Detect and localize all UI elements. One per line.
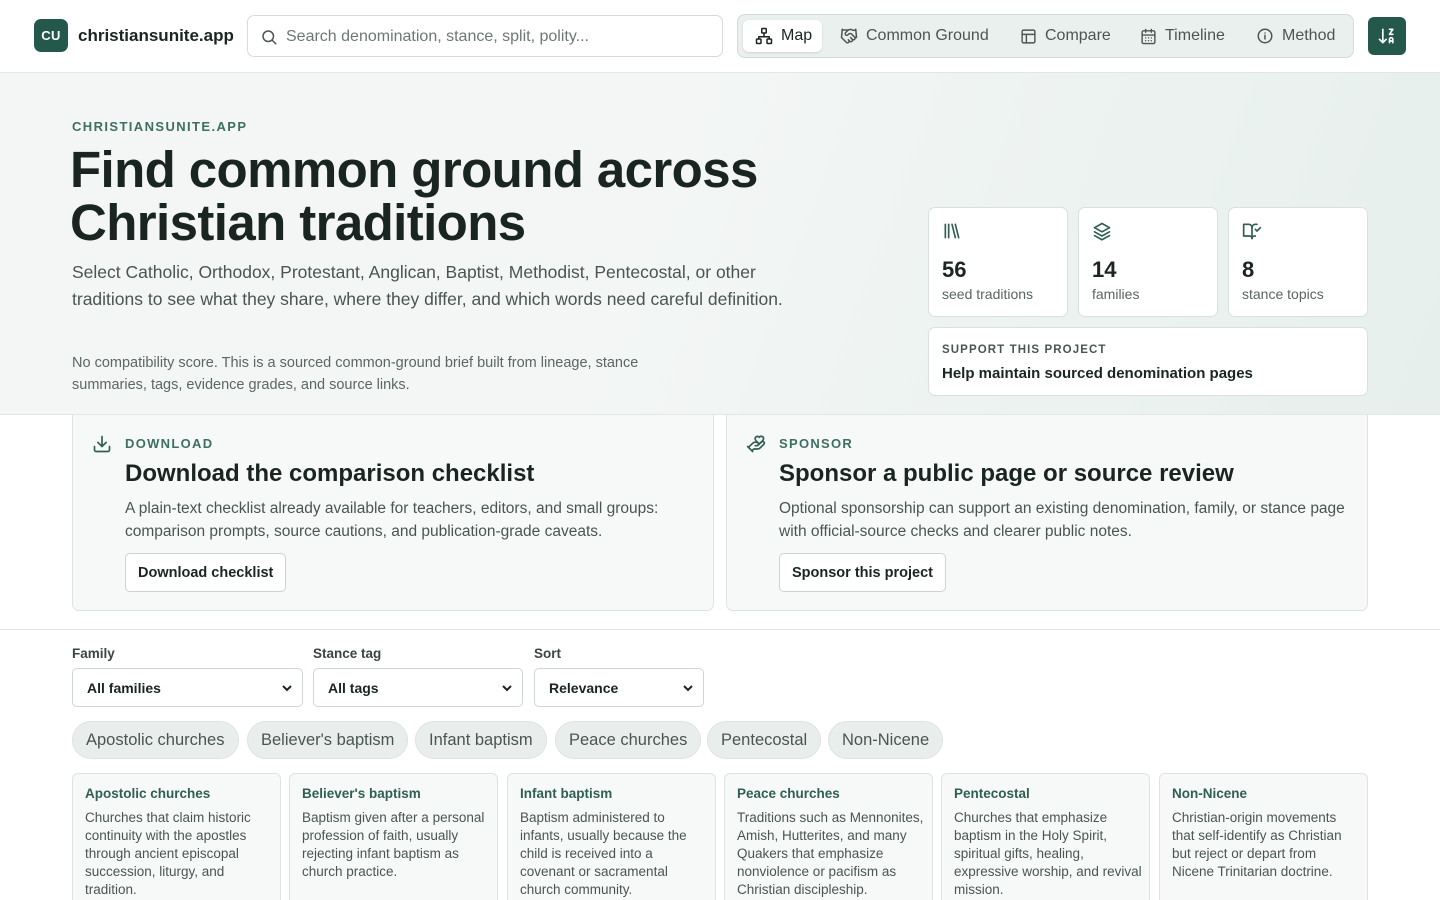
logo-badge[interactable]: CU [34, 19, 68, 52]
topic-card-non-nicene[interactable]: Non-Nicene Christian-origin movements th… [1159, 773, 1368, 900]
sort-filter-label: Sort [534, 646, 561, 661]
download-panel: DOWNLOAD Download the comparison checkli… [72, 415, 714, 611]
topic-desc: Christian-origin movements that self-ide… [1172, 810, 1342, 879]
topic-desc: Traditions such as Mennonites, Amish, Hu… [737, 810, 924, 897]
topic-desc: Churches that emphasize baptism in the H… [954, 810, 1142, 897]
download-desc: A plain-text checklist already available… [125, 500, 659, 540]
download-eyebrow: DOWNLOAD [125, 436, 214, 451]
hand-heart-icon [746, 434, 766, 454]
chevron-down-icon [502, 683, 512, 693]
sort-select-value: Relevance [549, 679, 619, 696]
topic-card-believers-baptism[interactable]: Believer's baptism Baptism given after a… [289, 773, 498, 900]
stat-label: seed traditions [942, 286, 1034, 302]
calendar-icon [1140, 28, 1157, 45]
topic-card-apostolic-churches[interactable]: Apostolic churches Churches that claim h… [72, 773, 281, 900]
chip-peace-churches[interactable]: Peace churches [555, 721, 702, 759]
nav-tab-label: Method [1282, 27, 1336, 44]
chip-apostolic-churches[interactable]: Apostolic churches [72, 721, 239, 759]
topic-title: Peace churches [737, 786, 840, 801]
stance-select-value: All tags [328, 679, 379, 696]
family-filter-label: Family [72, 646, 115, 661]
nav-tab-label: Timeline [1165, 27, 1225, 44]
chevron-down-icon [683, 683, 693, 693]
sort-select[interactable]: Relevance [534, 668, 704, 707]
family-select-value: All families [87, 679, 161, 696]
sponsor-panel: SPONSOR Sponsor a public page or source … [726, 415, 1368, 611]
nav-tab-label: Compare [1045, 27, 1111, 44]
handshake-icon [840, 27, 858, 45]
topic-title: Believer's baptism [302, 786, 421, 801]
stat-label: families [1092, 286, 1140, 302]
library-icon [942, 221, 962, 241]
family-select[interactable]: All families [72, 668, 303, 707]
chip-non-nicene[interactable]: Non-Nicene [828, 721, 944, 759]
nav-tab-compare[interactable]: Compare [1020, 20, 1120, 52]
stance-tag-select[interactable]: All tags [313, 668, 523, 707]
topic-title: Non-Nicene [1172, 786, 1248, 801]
stat-card-families: 14 families [1078, 207, 1218, 317]
network-icon [755, 27, 773, 45]
nav-tab-map[interactable]: Map [743, 20, 822, 52]
stat-value: 8 [1242, 257, 1255, 282]
support-eyebrow: SUPPORT THIS PROJECT [942, 344, 1107, 356]
topic-card-peace-churches[interactable]: Peace churches Traditions such as Mennon… [724, 773, 933, 900]
sponsor-eyebrow: SPONSOR [779, 436, 854, 451]
support-title[interactable]: Help maintain sourced denomination pages [942, 365, 1253, 382]
page-title: Find common ground across Christian trad… [70, 141, 758, 251]
sort-az-icon [1377, 26, 1397, 46]
sort-button[interactable] [1368, 17, 1406, 55]
nav-tab-common-ground[interactable]: Common Ground [840, 20, 1000, 52]
stance-filter-label: Stance tag [313, 646, 382, 661]
chevron-down-icon [282, 683, 292, 693]
topic-card-infant-baptism[interactable]: Infant baptism Baptism administered to i… [507, 773, 716, 900]
stat-value: 14 [1092, 257, 1117, 282]
download-icon [92, 434, 112, 454]
support-project-card[interactable]: SUPPORT THIS PROJECT Help maintain sourc… [928, 327, 1368, 396]
download-title: Download the comparison checklist [125, 460, 535, 487]
topic-desc: Baptism administered to infants, usually… [520, 810, 687, 897]
nav-tab-method[interactable]: Method [1256, 20, 1351, 52]
chip-infant-baptism[interactable]: Infant baptism [415, 721, 547, 759]
hero-eyebrow: CHRISTIANSUNITE.APP [72, 119, 248, 134]
topic-card-pentecostal[interactable]: Pentecostal Churches that emphasize bapt… [941, 773, 1150, 900]
stat-value: 56 [942, 257, 967, 282]
hero-lede: Select Catholic, Orthodox, Protestant, A… [72, 262, 783, 309]
topic-desc: Churches that claim historic continuity … [85, 810, 251, 897]
topic-title: Infant baptism [520, 786, 613, 801]
section-divider [0, 629, 1440, 630]
hero-note: No compatibility score. This is a source… [72, 355, 639, 393]
stat-label: stance topics [1242, 286, 1324, 302]
main-nav: Map Common Ground Compare Timeline Metho… [737, 14, 1354, 58]
site-header: CU christiansunite.app Map Common Ground… [0, 0, 1440, 73]
download-checklist-button[interactable]: Download checklist [125, 553, 287, 592]
site-name[interactable]: christiansunite.app [78, 26, 234, 46]
chip-pentecostal[interactable]: Pentecostal [707, 721, 822, 759]
topic-title: Apostolic churches [85, 786, 211, 801]
chip-believers-baptism[interactable]: Believer's baptism [247, 721, 409, 759]
sponsor-desc: Optional sponsorship can support an exis… [779, 500, 1345, 540]
info-icon [1256, 27, 1274, 45]
sponsor-title: Sponsor a public page or source review [779, 460, 1234, 487]
search-box[interactable] [247, 15, 723, 57]
nav-tab-label: Common Ground [866, 27, 989, 44]
hero-section: CHRISTIANSUNITE.APP Find common ground a… [0, 73, 1440, 415]
nav-tab-label: Map [781, 27, 813, 44]
stat-card-traditions: 56 seed traditions [928, 207, 1068, 317]
topic-desc: Baptism given after a personal professio… [302, 810, 485, 879]
book-check-icon [1242, 221, 1262, 241]
table-icon [1020, 28, 1037, 45]
sponsor-project-button[interactable]: Sponsor this project [779, 553, 946, 592]
layers-icon [1092, 221, 1112, 241]
search-icon [260, 28, 278, 46]
search-input[interactable] [286, 25, 706, 49]
nav-tab-timeline[interactable]: Timeline [1140, 20, 1240, 52]
topic-title: Pentecostal [954, 786, 1030, 801]
stat-card-stance-topics: 8 stance topics [1228, 207, 1368, 317]
